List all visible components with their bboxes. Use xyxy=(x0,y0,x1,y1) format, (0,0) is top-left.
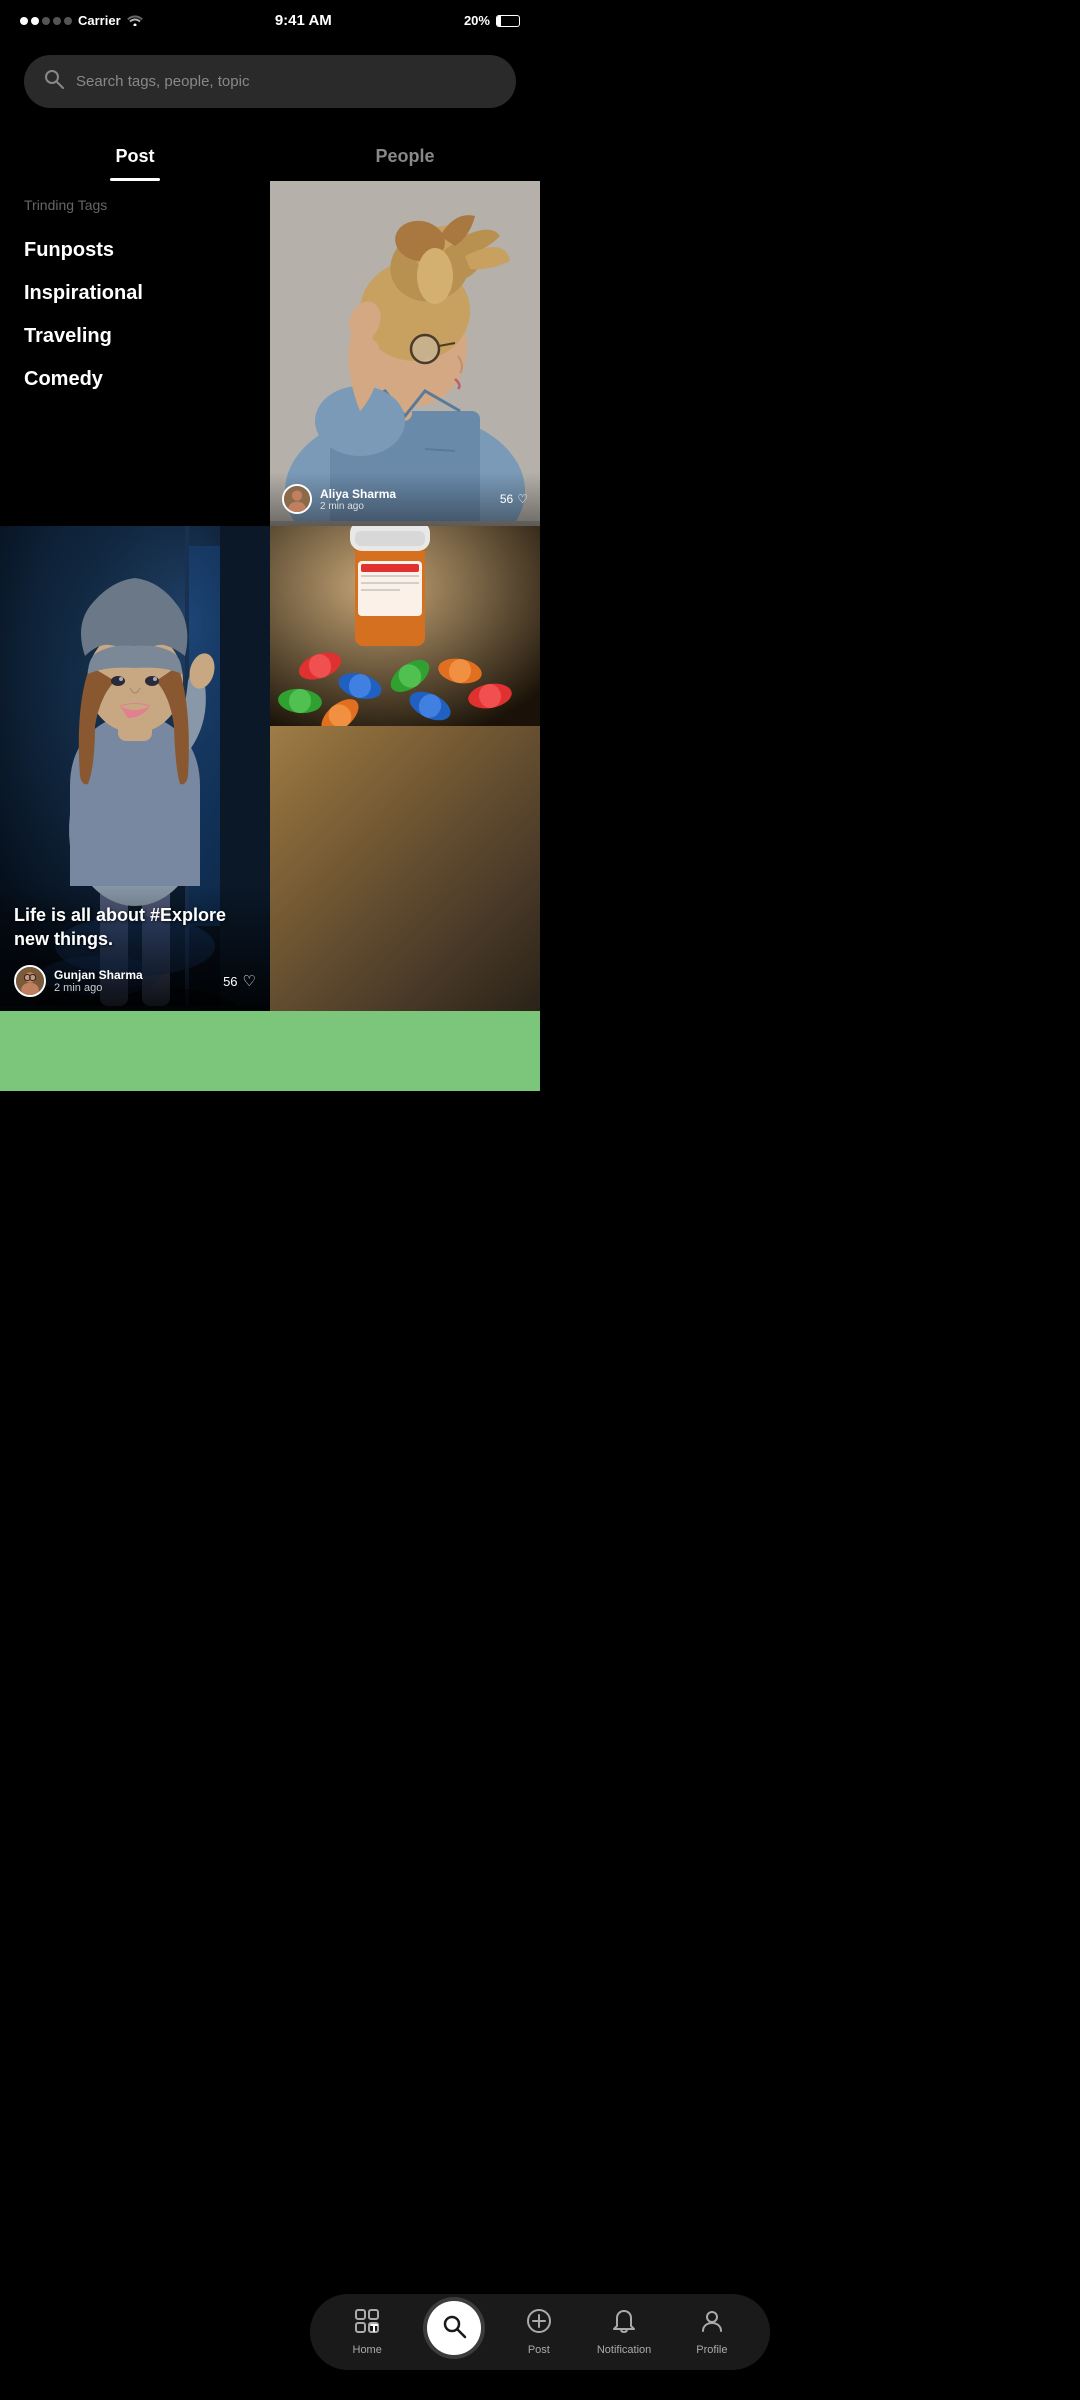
post-left-author: Gunjan Sharma 2 min ago xyxy=(14,965,143,997)
post-left-author-name: Gunjan Sharma xyxy=(54,968,143,982)
heart-icon-left: ♡ xyxy=(243,972,256,990)
tab-post[interactable]: Post xyxy=(0,134,270,181)
nav-item-post[interactable]: Post xyxy=(526,2308,552,2356)
post-left-author-info: Gunjan Sharma 2 min ago xyxy=(54,968,143,994)
nav-item-home[interactable]: Home xyxy=(353,2308,382,2356)
battery-bar xyxy=(496,15,520,27)
search-bar[interactable]: Search tags, people, topic xyxy=(24,55,516,108)
post-right-likes[interactable]: 56 ♡ xyxy=(500,492,528,506)
search-placeholder: Search tags, people, topic xyxy=(76,73,249,90)
post-left-meta: Gunjan Sharma 2 min ago 56 ♡ xyxy=(14,965,256,997)
post-right-author-name: Aliya Sharma xyxy=(320,487,396,501)
signal-dot-1 xyxy=(20,17,28,25)
profile-person-icon xyxy=(699,2308,725,2340)
green-background xyxy=(0,1011,540,1091)
post-left-time: 2 min ago xyxy=(54,982,143,994)
status-left: Carrier xyxy=(20,13,143,29)
signal-dot-4 xyxy=(53,17,61,25)
battery-indicator xyxy=(496,15,520,27)
nav-item-profile[interactable]: Profile xyxy=(696,2308,727,2356)
bottom-nav: Home Post Notification xyxy=(310,2294,770,2370)
tag-inspirational[interactable]: Inspirational xyxy=(24,272,246,315)
trending-label: Trinding Tags xyxy=(24,197,246,213)
signal-dot-3 xyxy=(42,17,50,25)
wifi-icon xyxy=(127,13,143,29)
posts-grid: Life is all about #Explore new things. xyxy=(0,526,540,1011)
home-icon xyxy=(354,2308,380,2340)
post-card-right-bottom[interactable] xyxy=(270,526,540,1011)
tabs-bar: Post People xyxy=(0,124,540,181)
battery-fill xyxy=(497,16,501,26)
nav-item-notification[interactable]: Notification xyxy=(597,2308,651,2356)
notification-bell-icon xyxy=(611,2308,637,2340)
post-add-icon xyxy=(526,2308,552,2340)
tag-comedy[interactable]: Comedy xyxy=(24,358,246,401)
author-avatar-right xyxy=(282,484,312,514)
status-time: 9:41 AM xyxy=(275,12,332,29)
post-left-likes[interactable]: 56 ♡ xyxy=(223,972,256,990)
carrier-label: Carrier xyxy=(78,13,121,28)
post-left-avatar xyxy=(14,965,46,997)
search-center-icon xyxy=(441,2313,467,2344)
search-container: Search tags, people, topic xyxy=(0,35,540,124)
status-right: 20% xyxy=(464,13,520,28)
tag-list: Funposts Inspirational Traveling Comedy xyxy=(24,229,246,401)
search-icon xyxy=(44,69,64,94)
signal-dot-2 xyxy=(31,17,39,25)
trending-section: Trinding Tags Funposts Inspirational Tra… xyxy=(0,181,270,526)
signal-dots xyxy=(20,17,72,25)
tab-people[interactable]: People xyxy=(270,134,540,181)
nav-profile-label: Profile xyxy=(696,2344,727,2356)
status-bar: Carrier 9:41 AM 20% xyxy=(0,0,540,35)
tag-traveling[interactable]: Traveling xyxy=(24,315,246,358)
battery-percent: 20% xyxy=(464,13,490,28)
post-card-left[interactable]: Life is all about #Explore new things. xyxy=(0,526,270,1011)
nav-notification-label: Notification xyxy=(597,2344,651,2356)
nav-post-label: Post xyxy=(528,2344,550,2356)
tag-funposts[interactable]: Funposts xyxy=(24,229,246,272)
post-left-overlay: Life is all about #Explore new things. xyxy=(0,884,270,1011)
post-right-author-info: Aliya Sharma 2 min ago xyxy=(320,487,396,512)
people-card-top[interactable]: Aliya Sharma 2 min ago 56 ♡ xyxy=(270,181,540,526)
post-right-time: 2 min ago xyxy=(320,501,396,512)
nav-home-label: Home xyxy=(353,2344,382,2356)
signal-dot-5 xyxy=(64,17,72,25)
heart-icon-right: ♡ xyxy=(517,492,528,506)
post-right-likes-count: 56 xyxy=(500,492,513,506)
post-left-likes-count: 56 xyxy=(223,974,237,989)
post-left-caption: Life is all about #Explore new things. xyxy=(14,904,256,951)
nav-search-button[interactable] xyxy=(427,2301,481,2355)
